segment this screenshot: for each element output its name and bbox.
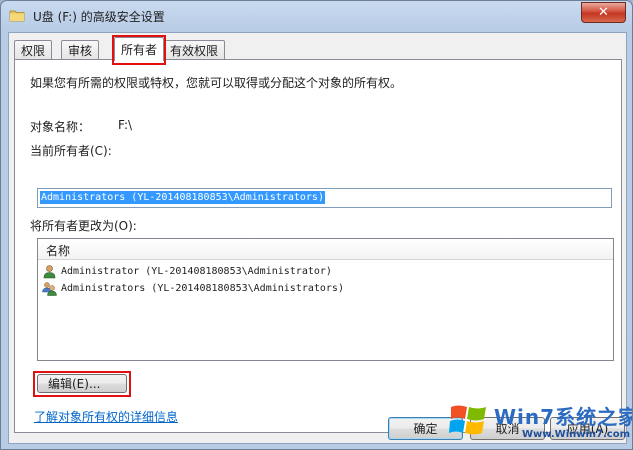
object-name-label: 对象名称： — [30, 120, 91, 134]
folder-icon — [9, 10, 25, 22]
security-dialog-window: U盘 (F:) 的高级安全设置 ✕ 权限 审核 所有者 有效权限 如果您有所需的… — [0, 0, 633, 450]
title-bar[interactable]: U盘 (F:) 的高级安全设置 ✕ — [1, 1, 632, 32]
current-owner-value: Administrators (YL-201408180853\Administ… — [40, 191, 325, 204]
windows-logo-icon — [449, 405, 486, 435]
owner-tab-highlight — [112, 35, 166, 65]
list-item[interactable]: Administrators (YL-201408180853\Administ… — [42, 280, 344, 297]
owner-panel: 如果您有所需的权限或特权，您就可以取得或分配这个对象的所有权。 对象名称： F:… — [14, 59, 622, 433]
list-column-header[interactable]: 名称 — [38, 239, 613, 260]
current-owner-field[interactable]: Administrators (YL-201408180853\Administ… — [37, 188, 612, 208]
list-item[interactable]: Administrator (YL-201408180853\Administr… — [42, 263, 332, 280]
dialog-client-area: 权限 审核 所有者 有效权限 如果您有所需的权限或特权，您就可以取得或分配这个对… — [8, 32, 627, 444]
list-item-label: Administrators (YL-201408180853\Administ… — [61, 283, 344, 294]
tab-effective-permissions[interactable]: 有效权限 — [163, 40, 226, 60]
site-watermark: Win7系统之家 Www.Winwin7.com — [444, 397, 632, 449]
column-name-header: 名称 — [46, 244, 71, 258]
watermark-logo-text: Win7系统之家 — [494, 405, 633, 429]
tab-auditing[interactable]: 审核 — [61, 40, 100, 60]
watermark-url: Www.Winwin7.com — [522, 429, 631, 440]
close-icon: ✕ — [598, 5, 609, 20]
group-icon — [42, 282, 57, 296]
close-button[interactable]: ✕ — [581, 2, 626, 23]
owner-candidate-list[interactable]: 名称 Administrator (YL-201408180853\Admini… — [37, 238, 614, 361]
user-icon — [43, 265, 56, 279]
list-item-label: Administrator (YL-201408180853\Administr… — [61, 266, 332, 277]
window-title: U盘 (F:) 的高级安全设置 — [33, 10, 165, 24]
intro-text: 如果您有所需的权限或特权，您就可以取得或分配这个对象的所有权。 — [30, 76, 403, 90]
edit-button-highlight — [33, 371, 131, 397]
tab-permissions[interactable]: 权限 — [14, 40, 53, 60]
change-owner-label: 将所有者更改为(O): — [30, 219, 137, 233]
object-name-value: F:\ — [118, 118, 133, 132]
learn-more-link[interactable]: 了解对象所有权的详细信息 — [34, 408, 178, 425]
current-owner-label: 当前所有者(C): — [30, 144, 112, 158]
